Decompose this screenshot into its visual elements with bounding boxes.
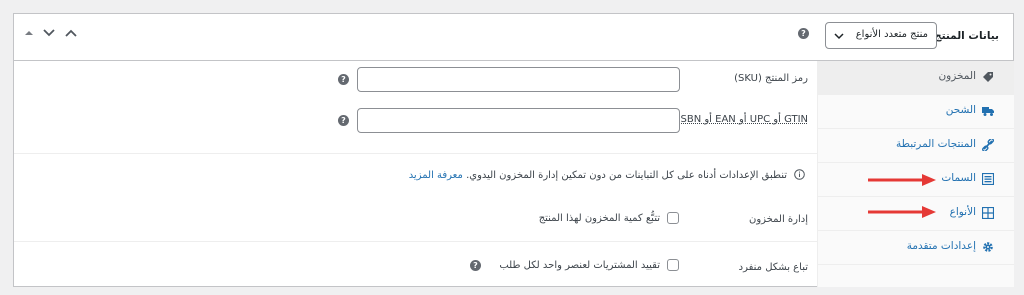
move-up-icon[interactable] <box>24 28 34 38</box>
section-divider <box>14 153 817 154</box>
sku-input[interactable] <box>357 67 680 92</box>
stock-notice: تنطبق الإعدادات أدناه على كل التباينات م… <box>409 170 787 181</box>
chevron-down-icon[interactable] <box>42 27 56 39</box>
red-arrow-variations <box>868 206 936 218</box>
link-icon <box>982 139 994 151</box>
tab-label: المخزون <box>938 70 976 82</box>
help-tip-icon[interactable]: ? <box>798 28 809 39</box>
tab-label: السمات <box>941 172 976 184</box>
manage-stock-checkbox-label: تتبُّع كمية المخزون لهذا المنتج <box>538 213 660 224</box>
chevron-down-icon <box>834 33 844 40</box>
tag-icon <box>983 72 993 82</box>
list-view-icon <box>982 173 994 185</box>
sku-label: رمز المنتج (SKU) <box>734 73 808 84</box>
gtin-input[interactable] <box>357 108 680 133</box>
info-icon <box>794 169 805 180</box>
product-type-value: منتج متعدد الأنواع <box>855 29 928 40</box>
tab-linked-products[interactable]: المنتجات المرتبطة <box>818 129 1014 163</box>
sold-individually-checkbox-label: تقييد المشتريات لعنصر واحد لكل طلب <box>499 260 660 271</box>
sold-individually-label: تباع بشكل منفرد <box>738 262 808 273</box>
gear-icon <box>983 242 993 252</box>
help-tip-icon[interactable]: ? <box>338 74 349 85</box>
section-divider <box>14 241 817 242</box>
tab-label: إعدادات متقدمة <box>906 240 976 252</box>
help-tip-icon[interactable]: ? <box>338 115 349 126</box>
gtin-label: GTIN أو UPC أو EAN أو ISBN <box>677 114 808 125</box>
stock-notice-text: تنطبق الإعدادات أدناه على كل التباينات م… <box>466 170 787 181</box>
product-type-select[interactable]: منتج متعدد الأنواع <box>825 22 937 49</box>
chevron-up-icon[interactable] <box>64 27 78 39</box>
tab-shipping[interactable]: الشحن <box>818 95 1014 129</box>
grid-icon <box>982 207 994 219</box>
tab-label: الشحن <box>945 104 976 116</box>
panel-header: بيانات المنتج — منتج متعدد الأنواع ? <box>14 14 1013 61</box>
tab-label: المنتجات المرتبطة <box>895 138 976 150</box>
tab-label: الأنواع <box>949 206 976 218</box>
truck-icon <box>982 107 994 116</box>
sold-individually-checkbox[interactable] <box>667 259 679 271</box>
help-tip-icon[interactable]: ? <box>470 260 481 271</box>
red-arrow-attributes <box>868 174 936 186</box>
tab-inventory[interactable]: المخزون <box>818 61 1014 95</box>
manage-stock-label: إدارة المخزون <box>748 214 808 225</box>
learn-more-link[interactable]: معرفة المزيد <box>409 170 463 181</box>
manage-stock-checkbox[interactable] <box>667 212 679 224</box>
tab-advanced[interactable]: إعدادات متقدمة <box>818 231 1014 265</box>
